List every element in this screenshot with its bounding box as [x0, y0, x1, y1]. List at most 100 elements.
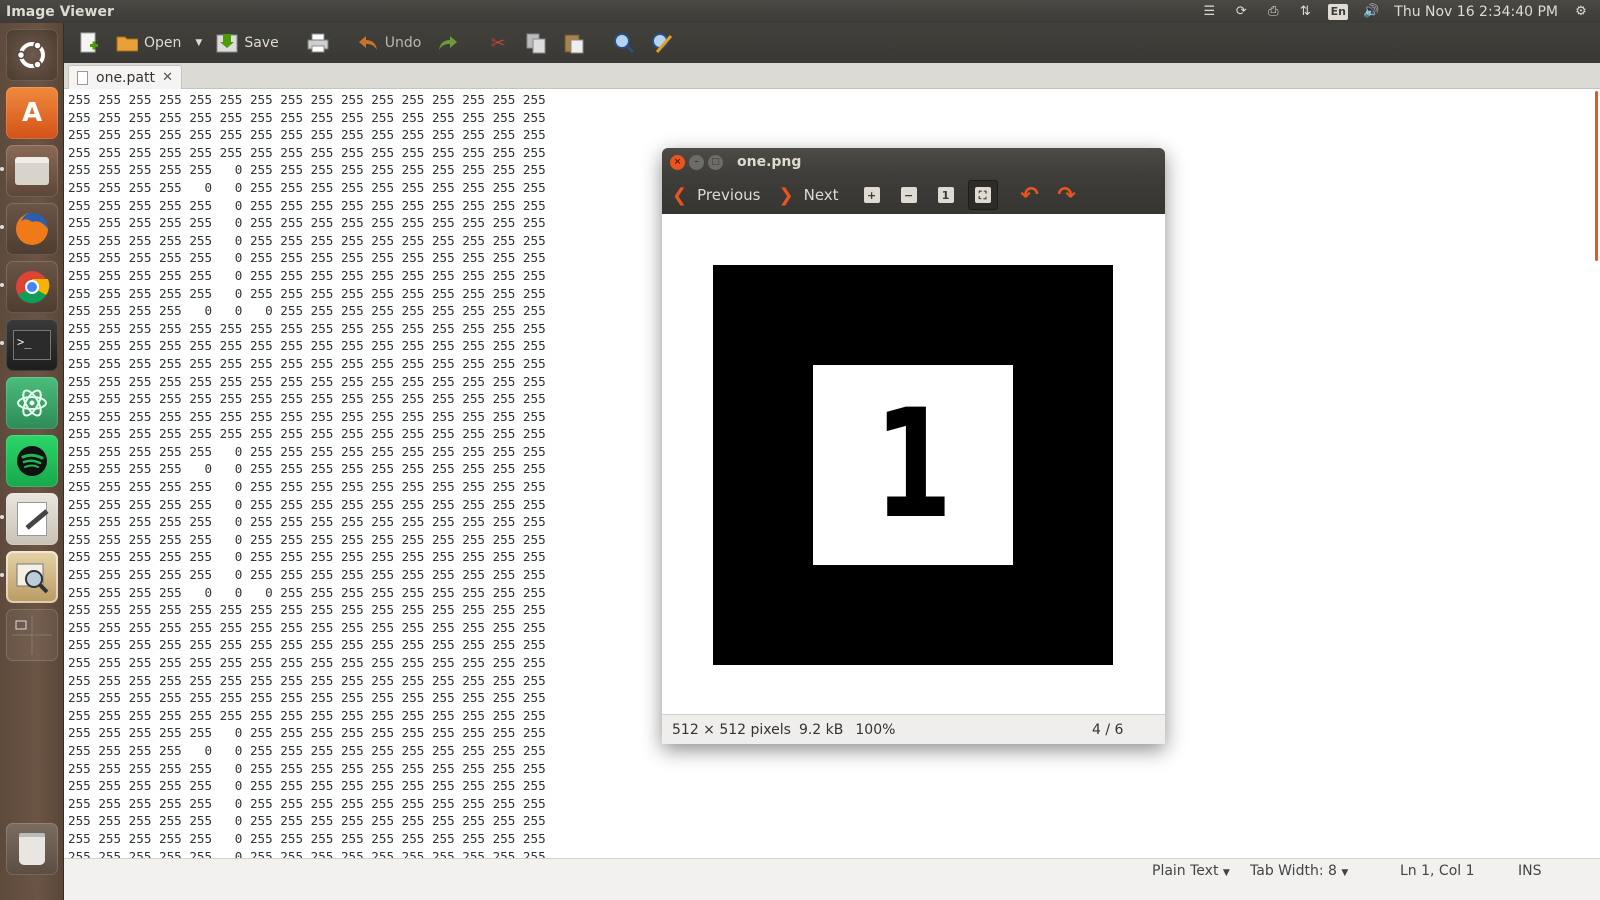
editor-line[interactable]: 255 255 255 255 255 255 255 255 255 255 …	[68, 144, 546, 162]
normal-size-button[interactable]: 1	[931, 180, 961, 210]
editor-line[interactable]: 255 255 255 255 255 0 255 255 255 255 25…	[68, 443, 546, 461]
clock[interactable]: Thu Nov 16 2:34:40 PM	[1394, 4, 1558, 20]
editor-line[interactable]: 255 255 255 255 255 0 255 255 255 255 25…	[68, 760, 546, 778]
replace-button[interactable]	[645, 27, 679, 59]
editor-line[interactable]: 255 255 255 255 0 0 255 255 255 255 255 …	[68, 742, 546, 760]
trash-icon[interactable]	[6, 823, 58, 875]
close-tab-icon[interactable]: ✕	[162, 70, 173, 85]
editor-line[interactable]: 255 255 255 255 255 0 255 255 255 255 25…	[68, 267, 546, 285]
editor-line[interactable]: 255 255 255 255 255 0 255 255 255 255 25…	[68, 232, 546, 250]
close-window-icon[interactable]: ×	[670, 154, 685, 170]
maximize-window-icon[interactable]: □	[708, 154, 723, 170]
editor-line[interactable]: 255 255 255 255 255 0 255 255 255 255 25…	[68, 795, 546, 813]
tab-width-selector[interactable]: Tab Width: 8 ▼	[1250, 863, 1348, 879]
cut-button[interactable]: ✂	[481, 27, 515, 59]
editor-line[interactable]: 255 255 255 255 255 255 255 255 255 255 …	[68, 425, 546, 443]
editor-line[interactable]: 255 255 255 255 255 255 255 255 255 255 …	[68, 355, 546, 373]
printer-icon[interactable]: ⎙	[1264, 4, 1282, 20]
editor-line[interactable]: 255 255 255 255 0 0 0 255 255 255 255 25…	[68, 302, 546, 320]
viewer-titlebar[interactable]: × – □ one.png	[662, 148, 1165, 176]
editor-line[interactable]: 255 255 255 255 255 0 255 255 255 255 25…	[68, 724, 546, 742]
editor-line[interactable]: 255 255 255 255 0 0 0 255 255 255 255 25…	[68, 584, 546, 602]
atom-icon[interactable]	[6, 377, 58, 429]
editor-line[interactable]: 255 255 255 255 255 0 255 255 255 255 25…	[68, 548, 546, 566]
editor-line[interactable]: 255 255 255 255 255 0 255 255 255 255 25…	[68, 566, 546, 584]
editor-line[interactable]: 255 255 255 255 255 255 255 255 255 255 …	[68, 373, 546, 391]
chrome-icon[interactable]	[6, 261, 58, 313]
sync-icon[interactable]: ⟳	[1232, 4, 1250, 20]
editor-line[interactable]: 255 255 255 255 255 0 255 255 255 255 25…	[68, 249, 546, 267]
copy-button[interactable]	[519, 27, 553, 59]
zoom-out-icon: −	[900, 187, 917, 203]
image-canvas[interactable]: 1	[662, 214, 1165, 714]
editor-line[interactable]: 255 255 255 255 255 255 255 255 255 255 …	[68, 689, 546, 707]
editor-line[interactable]: 255 255 255 255 255 0 255 255 255 255 25…	[68, 285, 546, 303]
normal-size-icon: 1	[937, 187, 954, 203]
editor-line[interactable]: 255 255 255 255 255 255 255 255 255 255 …	[68, 91, 546, 109]
files-icon[interactable]	[6, 145, 58, 197]
editor-line[interactable]: 255 255 255 255 255 0 255 255 255 255 25…	[68, 830, 546, 848]
ubuntu-dash-icon[interactable]	[6, 29, 58, 81]
spotify-icon[interactable]	[6, 435, 58, 487]
editor-line[interactable]: 255 255 255 255 255 255 255 255 255 255 …	[68, 707, 546, 725]
editor-line[interactable]: 255 255 255 255 255 255 255 255 255 255 …	[68, 636, 546, 654]
previous-button[interactable]: ❮ Previous	[672, 185, 761, 206]
editor-line[interactable]: 255 255 255 255 255 0 255 255 255 255 25…	[68, 848, 546, 858]
editor-line[interactable]: 255 255 255 255 255 0 255 255 255 255 25…	[68, 513, 546, 531]
document-text[interactable]: 255 255 255 255 255 255 255 255 255 255 …	[68, 91, 546, 858]
text-editor-icon[interactable]	[6, 493, 58, 545]
editor-line[interactable]: 255 255 255 255 255 255 255 255 255 255 …	[68, 109, 546, 127]
gear-icon[interactable]: ⚙	[1572, 4, 1590, 20]
editor-line[interactable]: 255 255 255 255 255 0 255 255 255 255 25…	[68, 777, 546, 795]
running-indicator	[0, 573, 4, 577]
editor-line[interactable]: 255 255 255 255 255 255 255 255 255 255 …	[68, 408, 546, 426]
terminal-icon[interactable]: >_	[6, 319, 58, 371]
find-button[interactable]	[607, 27, 641, 59]
paste-button[interactable]	[557, 27, 591, 59]
rotate-left-icon: ↶	[1020, 182, 1039, 208]
zoom-out-button[interactable]: −	[894, 180, 924, 210]
print-button[interactable]	[301, 27, 335, 59]
zoom-in-button[interactable]: +	[857, 180, 887, 210]
editor-line[interactable]: 255 255 255 255 255 255 255 255 255 255 …	[68, 390, 546, 408]
rotate-right-icon: ↷	[1057, 182, 1076, 208]
editor-line[interactable]: 255 255 255 255 255 255 255 255 255 255 …	[68, 601, 546, 619]
editor-line[interactable]: 255 255 255 255 255 255 255 255 255 255 …	[68, 337, 546, 355]
editor-line[interactable]: 255 255 255 255 255 255 255 255 255 255 …	[68, 320, 546, 338]
keyboard-layout-indicator[interactable]: En	[1328, 3, 1349, 20]
next-button[interactable]: ❯ Next	[779, 185, 839, 206]
editor-line[interactable]: 255 255 255 255 255 0 255 255 255 255 25…	[68, 197, 546, 215]
editor-line[interactable]: 255 255 255 255 0 0 255 255 255 255 255 …	[68, 179, 546, 197]
rotate-right-button[interactable]: ↷	[1052, 180, 1082, 210]
editor-line[interactable]: 255 255 255 255 255 0 255 255 255 255 25…	[68, 812, 546, 830]
firefox-icon[interactable]	[6, 203, 58, 255]
language-selector[interactable]: Plain Text ▼	[1152, 863, 1230, 879]
tab-one-patt[interactable]: one.patt ✕	[68, 65, 182, 89]
rotate-left-button[interactable]: ↶	[1015, 180, 1045, 210]
editor-line[interactable]: 255 255 255 255 0 0 255 255 255 255 255 …	[68, 460, 546, 478]
software-center-icon[interactable]: A	[6, 87, 58, 139]
minimize-window-icon[interactable]: –	[689, 154, 704, 170]
vertical-scrollbar[interactable]	[1595, 91, 1598, 261]
save-button[interactable]: Save	[210, 27, 284, 59]
editor-line[interactable]: 255 255 255 255 255 0 255 255 255 255 25…	[68, 496, 546, 514]
editor-line[interactable]: 255 255 255 255 255 255 255 255 255 255 …	[68, 672, 546, 690]
open-button[interactable]: Open	[110, 27, 187, 59]
editor-line[interactable]: 255 255 255 255 255 0 255 255 255 255 25…	[68, 214, 546, 232]
best-fit-button[interactable]: ⛶	[967, 180, 998, 210]
image-viewer-icon[interactable]	[6, 551, 58, 603]
redo-button[interactable]	[431, 27, 465, 59]
volume-icon[interactable]: 🔊	[1362, 4, 1380, 20]
workspace-switcher-icon[interactable]	[6, 609, 58, 661]
editor-line[interactable]: 255 255 255 255 255 255 255 255 255 255 …	[68, 654, 546, 672]
undo-button[interactable]: Undo	[351, 27, 428, 59]
network-icon[interactable]: ⇅	[1296, 4, 1314, 20]
editor-line[interactable]: 255 255 255 255 255 0 255 255 255 255 25…	[68, 161, 546, 179]
editor-line[interactable]: 255 255 255 255 255 0 255 255 255 255 25…	[68, 531, 546, 549]
editor-line[interactable]: 255 255 255 255 255 255 255 255 255 255 …	[68, 126, 546, 144]
editor-line[interactable]: 255 255 255 255 255 255 255 255 255 255 …	[68, 619, 546, 637]
open-recent-dropdown[interactable]: ▼	[191, 27, 206, 59]
new-document-button[interactable]	[72, 27, 106, 59]
editor-line[interactable]: 255 255 255 255 255 0 255 255 255 255 25…	[68, 478, 546, 496]
menu-icon[interactable]: ☰	[1200, 4, 1218, 20]
